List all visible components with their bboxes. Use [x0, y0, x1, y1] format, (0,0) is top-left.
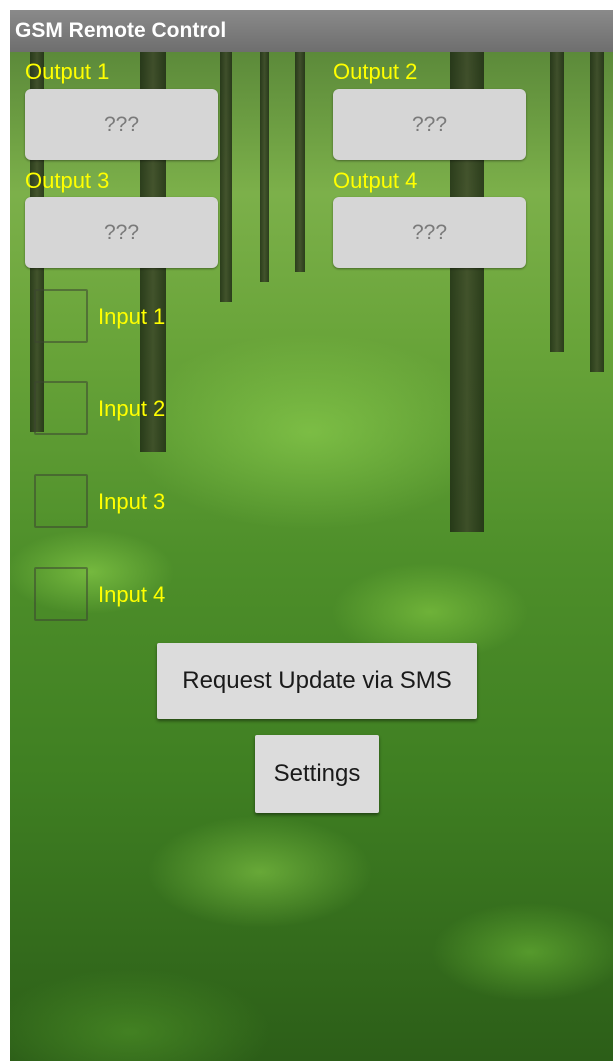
app-window: GSM Remote Control Output 1 Output 2 ???… [10, 10, 613, 1061]
output-4-label: Output 4 [333, 168, 418, 193]
output-3-label: Output 3 [25, 168, 110, 193]
input-1-checkbox[interactable] [34, 289, 88, 343]
output-4-button[interactable]: ??? [333, 197, 526, 268]
output-1-button[interactable]: ??? [25, 89, 218, 160]
input-2-label: Input 2 [98, 396, 166, 421]
settings-button[interactable]: Settings [255, 735, 379, 813]
request-update-sms-button[interactable]: Request Update via SMS [157, 643, 477, 719]
output-2-button[interactable]: ??? [333, 89, 526, 160]
output-3-button[interactable]: ??? [25, 197, 218, 268]
input-2-checkbox[interactable] [34, 381, 88, 435]
input-3-checkbox[interactable] [34, 474, 88, 528]
output-1-label: Output 1 [25, 59, 110, 84]
app-title: GSM Remote Control [10, 10, 613, 52]
input-1-label: Input 1 [98, 304, 166, 329]
output-2-label: Output 2 [333, 59, 418, 84]
input-4-label: Input 4 [98, 582, 166, 607]
input-3-label: Input 3 [98, 489, 166, 514]
input-4-checkbox[interactable] [34, 567, 88, 621]
